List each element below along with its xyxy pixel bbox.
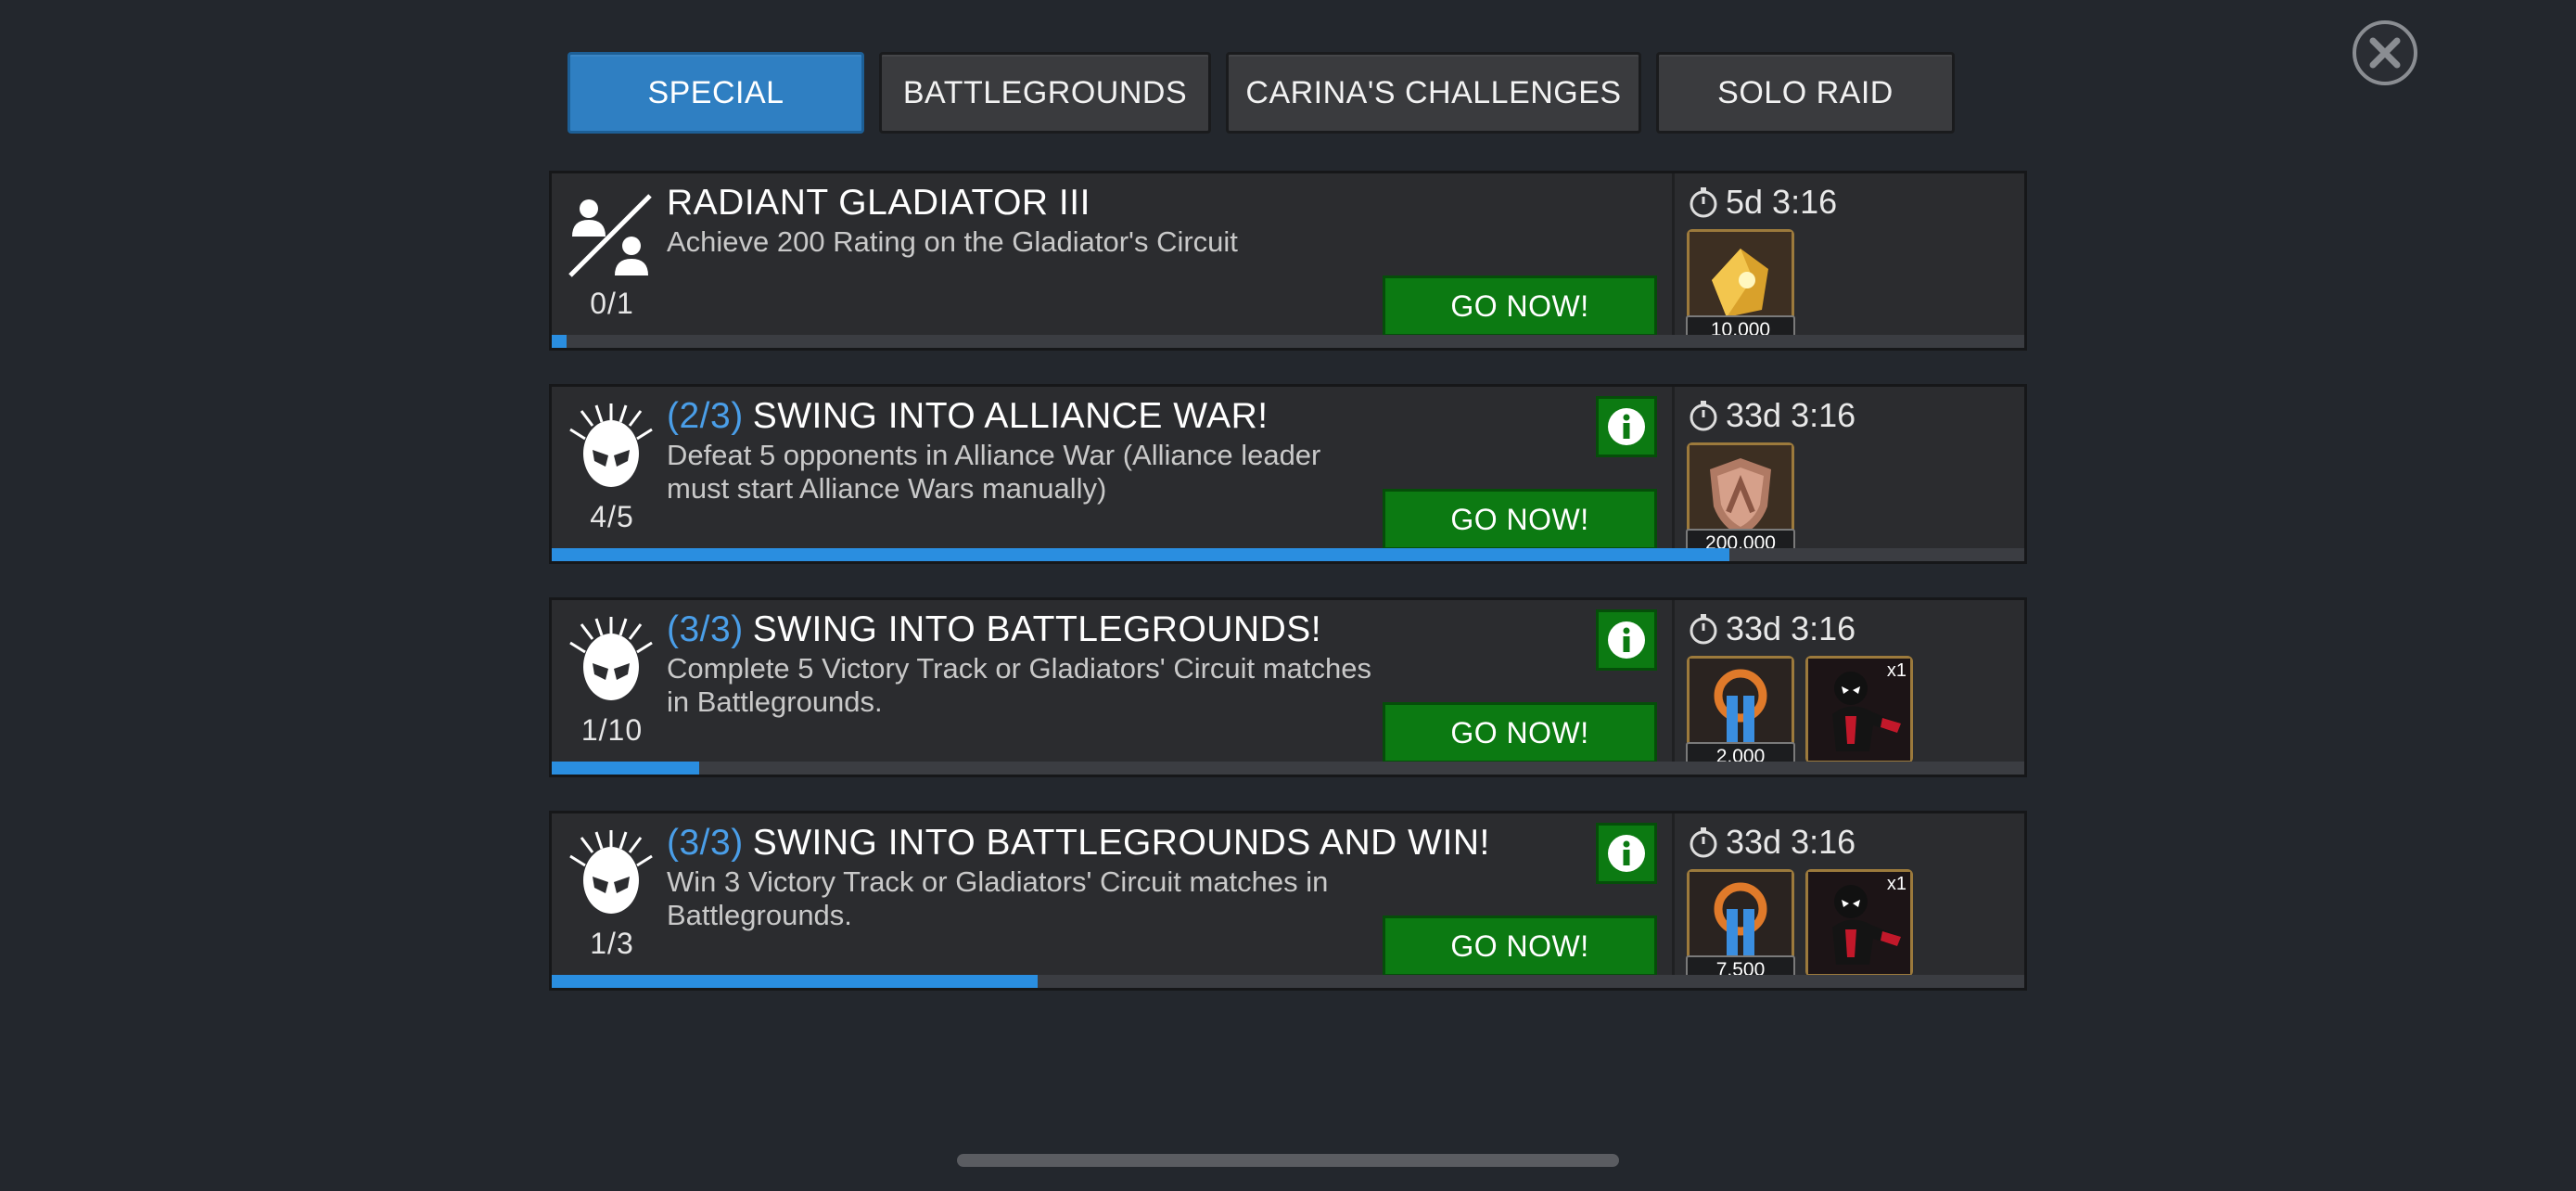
quest-stage: (3/3) xyxy=(667,609,744,649)
progress-fill xyxy=(552,335,567,348)
quest-title-text: SWING INTO BATTLEGROUNDS AND WIN! xyxy=(752,823,1490,863)
quest-stage: (3/3) xyxy=(667,823,744,863)
tab-special[interactable]: SPECIAL xyxy=(567,52,864,134)
stopwatch-icon xyxy=(1690,401,1717,431)
quest-title: RADIANT GLADIATOR III xyxy=(667,183,1090,224)
tab-solo-raid[interactable]: SOLO RAID xyxy=(1656,52,1955,134)
stopwatch-icon xyxy=(1690,614,1717,645)
reward-battlegrounds-token[interactable]: 2,000 xyxy=(1686,656,1795,774)
quest-title-text: SWING INTO BATTLEGROUNDS! xyxy=(752,609,1322,649)
quest-progress-bar xyxy=(552,762,2024,775)
quest-title: (3/3) SWING INTO BATTLEGROUNDS! xyxy=(667,609,1321,650)
card-divider xyxy=(1672,387,1675,559)
quest-description: Complete 5 Victory Track or Gladiators' … xyxy=(667,652,1371,718)
quest-title: (2/3) SWING INTO ALLIANCE WAR! xyxy=(667,396,1269,437)
card-divider xyxy=(1672,600,1675,773)
close-button[interactable] xyxy=(2353,20,2417,85)
scrollbar[interactable] xyxy=(957,1154,1619,1167)
spider-mask-icon xyxy=(569,617,653,700)
quest-timer: 5d 3:16 xyxy=(1687,183,1837,222)
progress-fill xyxy=(552,975,1039,988)
progress-fill xyxy=(552,762,699,775)
close-icon xyxy=(2369,37,2401,69)
quest-title: (3/3) SWING INTO BATTLEGROUNDS AND WIN! xyxy=(667,823,1490,864)
spider-mask-icon xyxy=(569,830,653,914)
quest-description: Win 3 Victory Track or Gladiators' Circu… xyxy=(667,865,1329,931)
gladiator-icon xyxy=(568,194,652,277)
reward-multiplier: x1 xyxy=(1886,874,1906,894)
tab-battlegrounds[interactable]: BATTLEGROUNDS xyxy=(879,52,1211,134)
card-divider xyxy=(1672,173,1675,346)
go-now-button[interactable]: GO NOW! xyxy=(1383,702,1657,763)
info-button[interactable] xyxy=(1596,823,1657,884)
quest-count: 1/10 xyxy=(580,713,644,747)
quest-count: 1/3 xyxy=(590,927,634,960)
spider-mask-icon xyxy=(569,403,653,487)
quest-timer: 33d 3:16 xyxy=(1687,396,1855,435)
quest-category-tabs: SPECIAL BATTLEGROUNDS CARINA'S CHALLENGE… xyxy=(567,52,1955,134)
quest-description: Achieve 200 Rating on the Gladiator's Ci… xyxy=(667,225,1238,258)
stopwatch-icon xyxy=(1690,827,1717,858)
go-now-button[interactable]: GO NOW! xyxy=(1383,275,1657,337)
info-button[interactable] xyxy=(1596,609,1657,671)
go-now-button[interactable]: GO NOW! xyxy=(1383,916,1657,977)
quest-title-text: RADIANT GLADIATOR III xyxy=(667,183,1090,223)
stopwatch-icon xyxy=(1690,187,1717,218)
quest-card-radiant-gladiator: 0/1 RADIANT GLADIATOR III Achieve 200 Ra… xyxy=(549,171,2027,351)
quest-card-battlegrounds: 1/10 (3/3) SWING INTO BATTLEGROUNDS! Comp… xyxy=(549,597,2027,777)
timer-text: 5d 3:16 xyxy=(1726,183,1838,221)
info-icon xyxy=(1608,835,1645,872)
quest-progress-bar xyxy=(552,335,2024,348)
quest-timer: 33d 3:16 xyxy=(1687,609,1855,648)
timer-text: 33d 3:16 xyxy=(1726,396,1856,434)
quest-description: Defeat 5 opponents in Alliance War (Alli… xyxy=(667,439,1321,505)
timer-text: 33d 3:16 xyxy=(1726,823,1856,861)
quest-progress-bar xyxy=(552,548,2024,561)
quest-title-text: SWING INTO ALLIANCE WAR! xyxy=(752,396,1269,436)
info-button[interactable] xyxy=(1596,396,1657,457)
reward-champion[interactable]: x1 xyxy=(1805,869,1913,977)
progress-fill xyxy=(552,548,1730,561)
quest-count: 4/5 xyxy=(590,500,634,533)
reward-gold-crystal[interactable]: 10,000 xyxy=(1686,229,1795,347)
quest-progress-bar xyxy=(552,975,2024,988)
quest-card-battlegrounds-win: 1/3 (3/3) SWING INTO BATTLEGROUNDS AND WI… xyxy=(549,811,2027,991)
go-now-button[interactable]: GO NOW! xyxy=(1383,489,1657,550)
quest-stage: (2/3) xyxy=(667,396,744,436)
info-icon xyxy=(1608,408,1645,445)
reward-alliance-shield[interactable]: 200,000 xyxy=(1686,442,1795,560)
info-icon xyxy=(1608,621,1645,659)
reward-battlegrounds-token[interactable]: 7,500 xyxy=(1686,869,1795,987)
tab-carinas-challenges[interactable]: CARINA'S CHALLENGES xyxy=(1226,52,1641,134)
reward-champion[interactable]: x1 xyxy=(1805,656,1913,763)
reward-multiplier: x1 xyxy=(1886,660,1906,681)
quest-count: 0/1 xyxy=(590,287,634,320)
timer-text: 33d 3:16 xyxy=(1726,609,1856,647)
card-divider xyxy=(1672,813,1675,986)
quest-card-alliance-war: 4/5 (2/3) SWING INTO ALLIANCE WAR! Defeat… xyxy=(549,384,2027,564)
quest-timer: 33d 3:16 xyxy=(1687,823,1855,862)
